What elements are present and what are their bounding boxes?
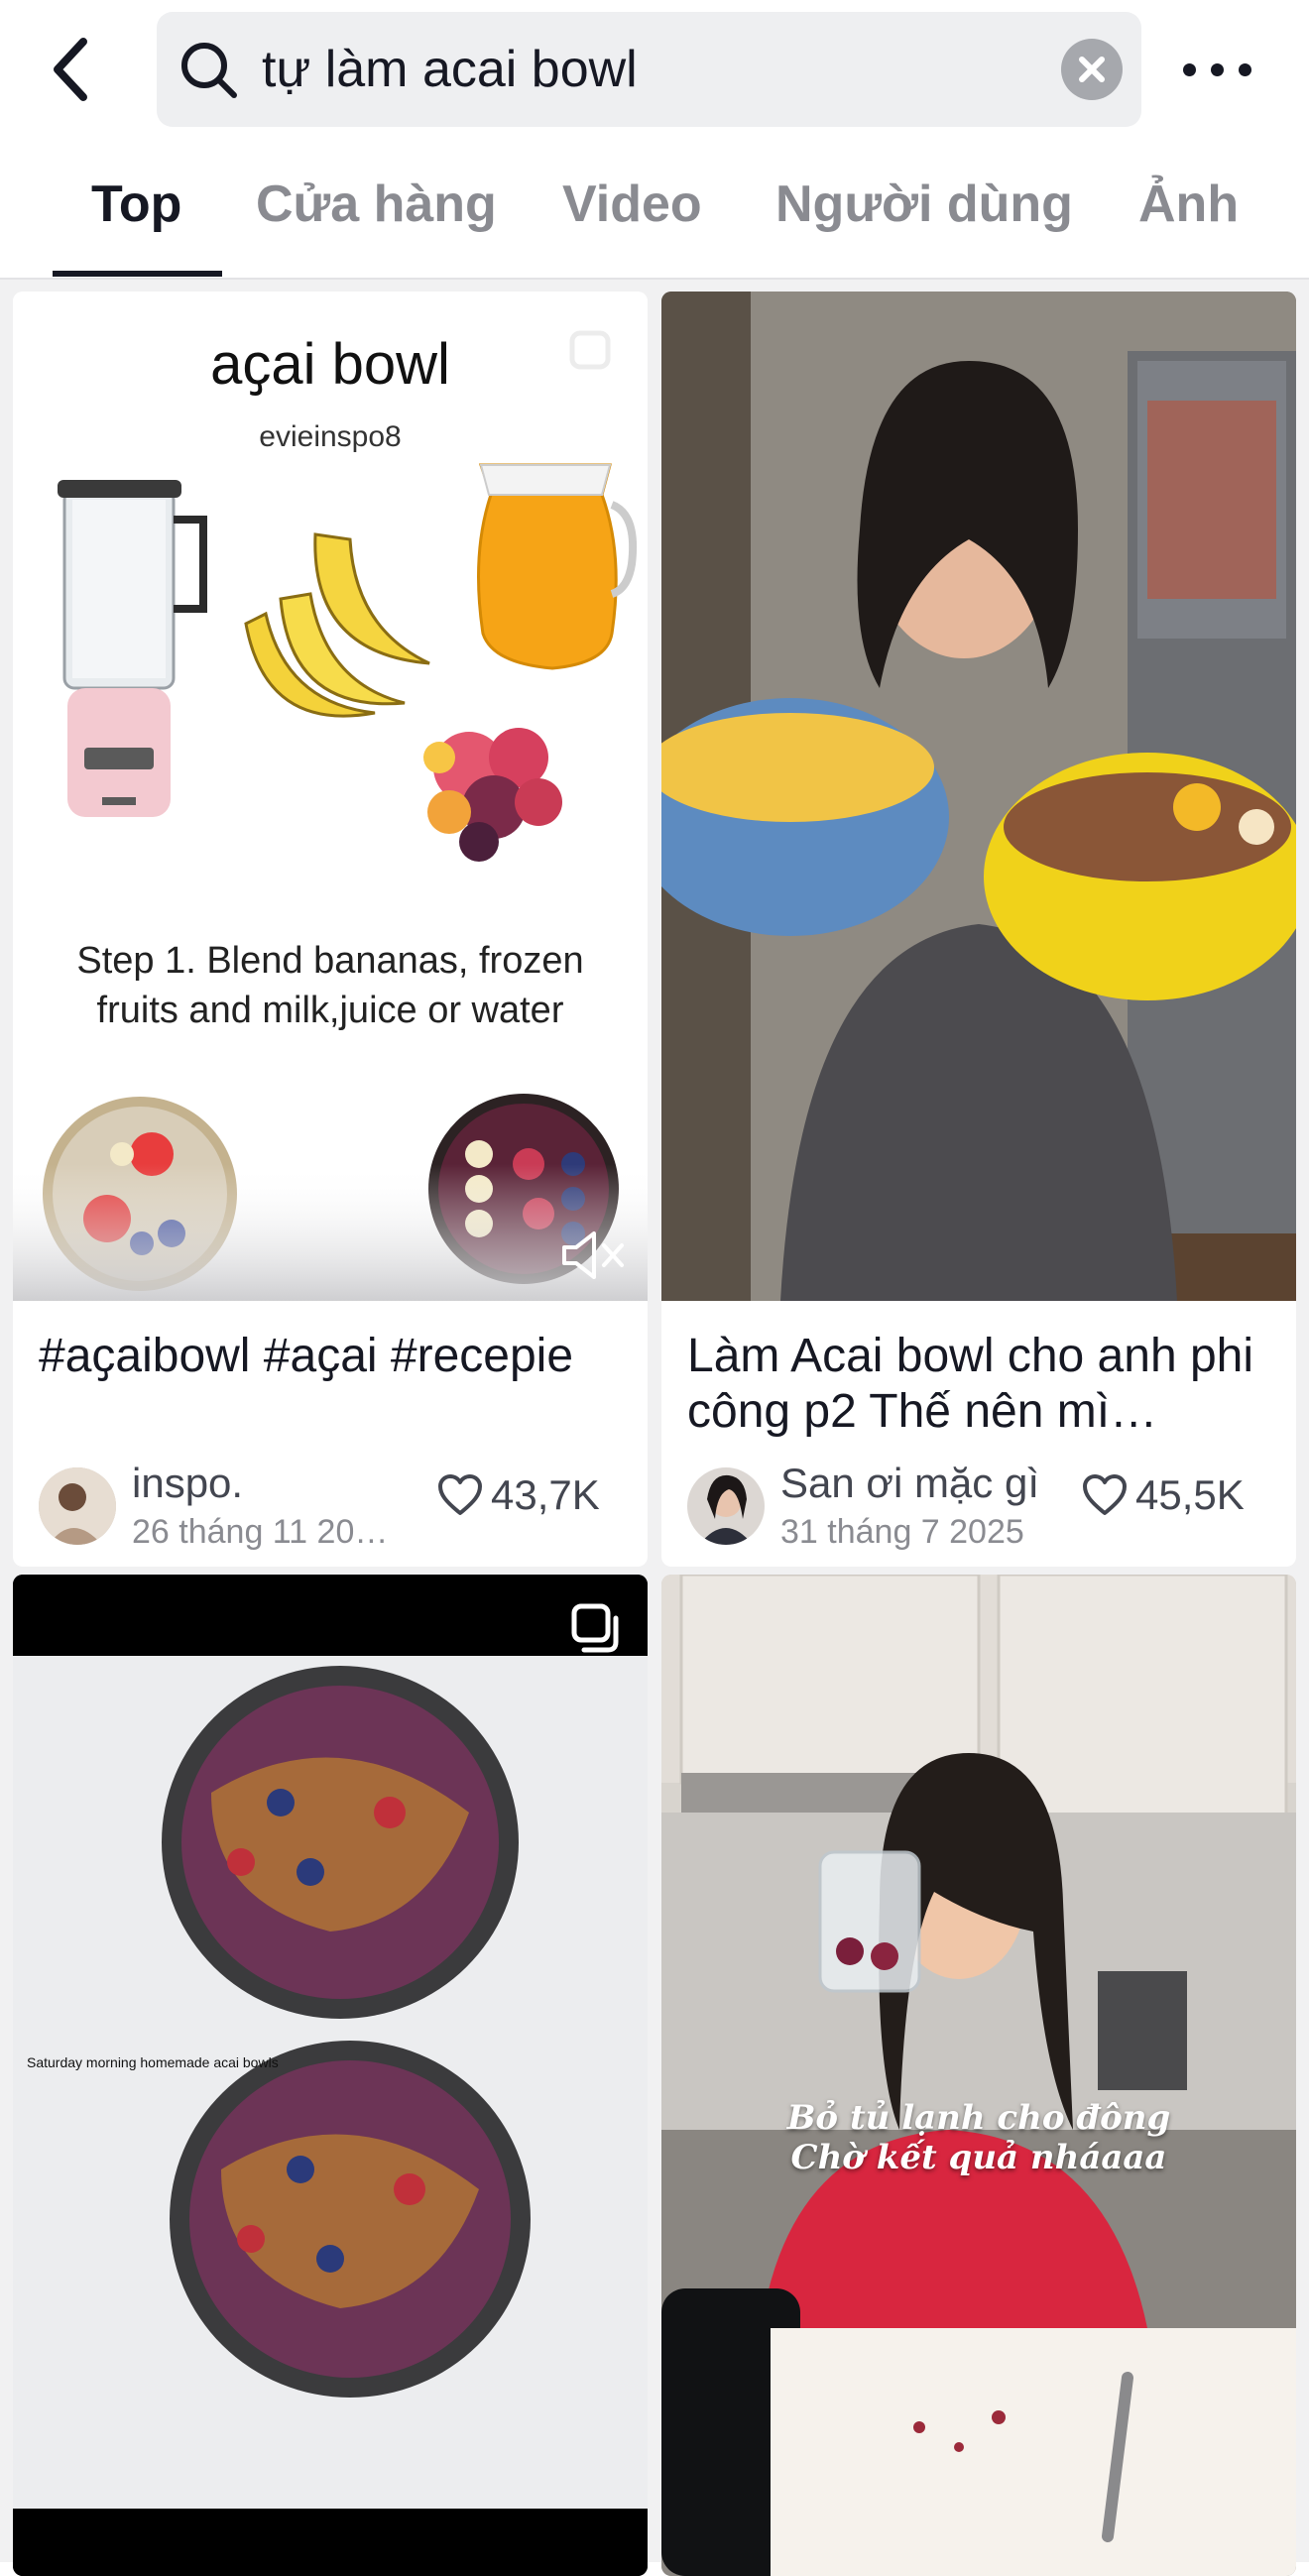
tab-top[interactable]: Top xyxy=(91,175,181,234)
video-card[interactable]: aҫai bowl evieinspo8 Step 1. Blend banan… xyxy=(13,292,648,1567)
video-thumbnail: aҫai bowl evieinspo8 Step 1. Blend banan… xyxy=(13,292,648,1301)
dot-icon xyxy=(1183,63,1196,76)
photo-carousel-icon xyxy=(571,1603,619,1653)
video-card[interactable]: Bỏ tủ lạnh cho đông Chờ kết quả nháaaa xyxy=(661,1575,1296,2576)
like-count: 43,7K xyxy=(491,1471,600,1518)
like-count: 45,5K xyxy=(1135,1471,1245,1518)
back-button[interactable] xyxy=(44,30,103,109)
volume-mute-icon[interactable] xyxy=(558,1226,628,1285)
tab-users[interactable]: Người dùng xyxy=(775,175,1073,234)
carousel-indicator-icon xyxy=(569,330,611,370)
avatar-image xyxy=(39,1467,116,1545)
photo-thumbnail: Saturday morning homemade acai bowls xyxy=(13,1575,648,2576)
active-tab-indicator xyxy=(53,271,222,277)
results-grid: aҫai bowl evieinspo8 Step 1. Blend banan… xyxy=(0,280,1309,2576)
search-tabs: Top Cửa hàng Video Người dùng Ảnh xyxy=(0,139,1309,280)
avatar[interactable] xyxy=(39,1467,116,1545)
thumbnail-caption-text: Saturday morning homemade acai bowls xyxy=(27,2054,279,2070)
more-options-button[interactable] xyxy=(1183,44,1252,95)
heart-icon xyxy=(1083,1474,1127,1515)
thumbnail-step-text: Step 1. Blend bananas, frozen fruits and… xyxy=(76,940,584,1031)
top-bar: tự làm acai bowl xyxy=(0,0,1309,139)
juice-pitcher-illustration xyxy=(477,463,638,670)
search-bar[interactable]: tự làm acai bowl xyxy=(157,12,1141,127)
frozen-fruits-illustration xyxy=(423,728,562,862)
tab-video[interactable]: Video xyxy=(562,175,702,234)
author-name[interactable]: San ơi mặc gì xyxy=(780,1460,1039,1507)
avatar[interactable] xyxy=(687,1467,765,1545)
overlay-caption-line: Bỏ tủ lạnh cho đông xyxy=(786,2098,1171,2138)
clear-search-button[interactable] xyxy=(1061,39,1123,100)
overlay-caption-line: Chờ kết quả nháaaa xyxy=(790,2138,1167,2177)
thumbnail-title: aҫai bowl xyxy=(210,332,450,397)
chevron-left-icon xyxy=(54,38,87,101)
close-icon xyxy=(1079,57,1105,82)
photo-card[interactable]: Saturday morning homemade acai bowls xyxy=(13,1575,648,2576)
video-caption: #aҫaibowl #aҫai #recepie xyxy=(39,1330,574,1382)
dot-icon xyxy=(1211,63,1224,76)
avatar-image xyxy=(687,1467,765,1545)
search-input[interactable]: tự làm acai bowl xyxy=(262,12,638,127)
video-thumbnail xyxy=(661,292,1296,1301)
tab-shop[interactable]: Cửa hàng xyxy=(256,175,497,234)
kitchen-scene xyxy=(661,292,1296,1301)
thumbnail-author: evieinspo8 xyxy=(259,420,402,453)
post-date: 26 tháng 11 20… xyxy=(132,1513,389,1551)
acai-bowls-photo xyxy=(13,1575,648,2576)
author-name[interactable]: inspo. xyxy=(132,1460,243,1507)
search-icon xyxy=(181,43,237,98)
heart-icon xyxy=(438,1474,482,1515)
blender-illustration xyxy=(58,480,207,817)
video-thumbnail: Bỏ tủ lạnh cho đông Chờ kết quả nháaaa xyxy=(661,1575,1296,2576)
kitchen-scene xyxy=(661,1575,1296,2576)
video-card[interactable]: Làm Acai bowl cho anh phi công p2 Thế nê… xyxy=(661,292,1296,1567)
video-caption: Làm Acai bowl cho anh phi công p2 Thế nê… xyxy=(687,1330,1254,1438)
tab-photos[interactable]: Ảnh xyxy=(1138,175,1239,234)
dot-icon xyxy=(1239,63,1251,76)
post-date: 31 tháng 7 2025 xyxy=(780,1513,1024,1551)
bananas-illustration xyxy=(244,532,430,718)
